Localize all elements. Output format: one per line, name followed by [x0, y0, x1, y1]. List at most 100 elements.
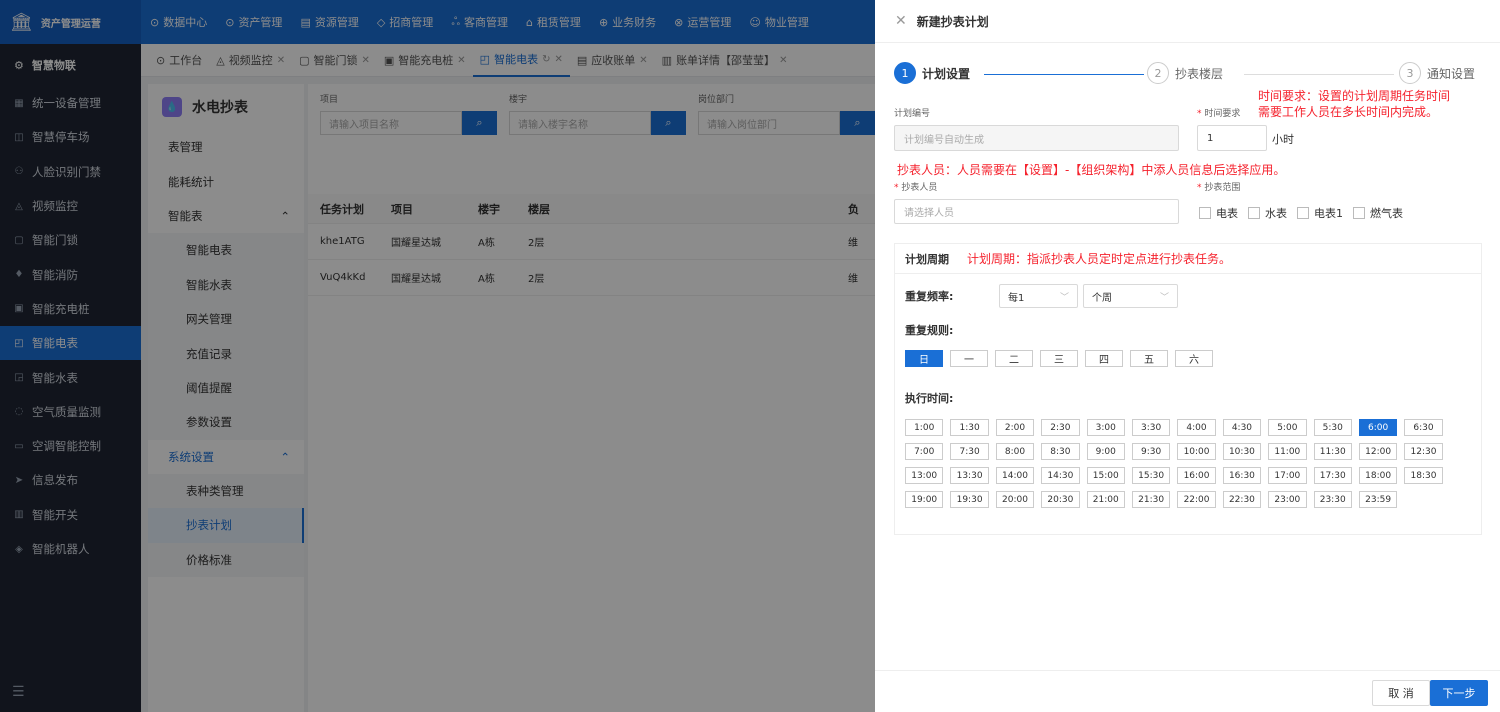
- time-button[interactable]: 3:30: [1131, 419, 1171, 436]
- checkbox-box[interactable]: [1297, 207, 1309, 219]
- cancel-button[interactable]: 取 消: [1372, 680, 1430, 706]
- time-button[interactable]: 5:30: [1313, 419, 1352, 436]
- drawer-header: ✕ 新建抄表计划: [875, 0, 1500, 43]
- chevron-down-icon: ﹀: [1059, 292, 1069, 303]
- time-button[interactable]: 21:30: [1131, 491, 1171, 508]
- time-button[interactable]: 22:00: [1177, 491, 1216, 508]
- time-button[interactable]: 3:00: [1086, 419, 1125, 436]
- time-button[interactable]: 2:30: [1041, 419, 1080, 436]
- time-button[interactable]: 6:30: [1404, 419, 1443, 436]
- time-button[interactable]: 4:30: [1222, 419, 1262, 436]
- time-note-line2: 需要工作人员在多长时间内完成。: [1258, 105, 1439, 119]
- checkbox-box[interactable]: [1353, 207, 1365, 219]
- time-button[interactable]: 13:30: [950, 467, 989, 484]
- time-button[interactable]: 13:00: [905, 467, 944, 484]
- day-button[interactable]: 三: [1040, 350, 1078, 367]
- time-button[interactable]: 18:00: [1358, 467, 1398, 484]
- close-icon[interactable]: ✕: [895, 13, 907, 29]
- time-button[interactable]: 23:59: [1358, 491, 1398, 508]
- freq-label: 重复频率:: [905, 290, 954, 303]
- drawer-title: 新建抄表计划: [916, 14, 989, 29]
- time-button[interactable]: 9:30: [1131, 443, 1171, 460]
- day-buttons: 日一二三四五六: [905, 350, 1213, 367]
- time-button[interactable]: 23:00: [1268, 491, 1307, 508]
- time-buttons: 1:00 1:30 2:00 2:30 3:00 3:30 4:00 4:30 5:00 5:30…: [905, 419, 1475, 508]
- time-req-label: * 时间要求: [1197, 109, 1241, 119]
- time-button[interactable]: 22:30: [1222, 491, 1262, 508]
- step-line: [1244, 74, 1394, 75]
- time-button[interactable]: 4:00: [1177, 419, 1216, 436]
- time-button[interactable]: 19:00: [905, 491, 944, 508]
- scope-checkbox[interactable]: 水表: [1248, 205, 1287, 221]
- freq-unit-select[interactable]: 个周 ﹀: [1083, 284, 1178, 308]
- day-button[interactable]: 六: [1175, 350, 1213, 367]
- time-button[interactable]: 16:00: [1177, 467, 1216, 484]
- time-button[interactable]: 7:00: [905, 443, 944, 460]
- scope-checkboxes: 电表 水表 电表1 燃气表: [1199, 205, 1403, 221]
- time-req-input[interactable]: 1: [1197, 125, 1267, 151]
- plan-no-label: 计划编号: [894, 109, 931, 119]
- modal-mask[interactable]: [0, 0, 875, 712]
- time-button[interactable]: 15:30: [1131, 467, 1171, 484]
- time-button[interactable]: 17:00: [1268, 467, 1307, 484]
- time-button[interactable]: 11:30: [1313, 443, 1352, 460]
- scope-label: * 抄表范围: [1197, 183, 1241, 193]
- step-2[interactable]: 2 抄表楼层: [1147, 62, 1223, 84]
- time-button[interactable]: 18:30: [1404, 467, 1443, 484]
- time-button[interactable]: 14:30: [1041, 467, 1080, 484]
- person-note: 抄表人员：人员需要在【设置】-【组织架构】中添人员信息后选择应用。: [897, 163, 1286, 177]
- day-button[interactable]: 五: [1130, 350, 1168, 367]
- time-button[interactable]: 10:00: [1177, 443, 1216, 460]
- step-3[interactable]: 3 通知设置: [1399, 62, 1475, 84]
- time-button[interactable]: 15:00: [1086, 467, 1125, 484]
- time-button[interactable]: 1:00: [905, 419, 944, 436]
- time-button[interactable]: 23:30: [1313, 491, 1352, 508]
- time-unit: 小时: [1272, 133, 1294, 146]
- time-button[interactable]: 10:30: [1222, 443, 1262, 460]
- cycle-card: 计划周期 计划周期：指派抄表人员定时定点进行抄表任务。 重复频率: 每1 ﹀ 个周 ﹀…: [894, 243, 1482, 535]
- drawer-footer: 取 消 下一步: [875, 670, 1500, 712]
- time-button[interactable]: 12:30: [1404, 443, 1443, 460]
- rule-label: 重复规则:: [905, 324, 954, 337]
- day-button[interactable]: 四: [1085, 350, 1123, 367]
- time-button[interactable]: 12:00: [1358, 443, 1398, 460]
- cycle-header: 计划周期 计划周期：指派抄表人员定时定点进行抄表任务。: [895, 244, 1481, 274]
- time-button[interactable]: 6:00: [1358, 419, 1398, 436]
- checkbox-label: 水表: [1265, 207, 1287, 220]
- step-line: [984, 74, 1144, 75]
- day-button[interactable]: 一: [950, 350, 988, 367]
- time-button[interactable]: 14:00: [995, 467, 1035, 484]
- time-button[interactable]: 19:30: [950, 491, 989, 508]
- time-button[interactable]: 21:00: [1086, 491, 1125, 508]
- time-button[interactable]: 8:00: [995, 443, 1035, 460]
- time-note-line1: 时间要求：设置的计划周期任务时间: [1258, 89, 1451, 103]
- time-button[interactable]: 11:00: [1268, 443, 1307, 460]
- time-button[interactable]: 2:00: [995, 419, 1035, 436]
- time-button[interactable]: 17:30: [1313, 467, 1352, 484]
- time-button[interactable]: 20:00: [995, 491, 1035, 508]
- person-select[interactable]: 请选择人员: [894, 199, 1179, 224]
- new-plan-drawer: ✕ 新建抄表计划 1 计划设置 2 抄表楼层 3 通知设置 计划编号 计划编号自动生成…: [875, 0, 1500, 712]
- next-button[interactable]: 下一步: [1430, 680, 1488, 706]
- day-button[interactable]: 日: [905, 350, 943, 367]
- time-button[interactable]: 7:30: [950, 443, 989, 460]
- scope-checkbox[interactable]: 电表1: [1297, 205, 1343, 221]
- checkbox-label: 电表1: [1314, 207, 1343, 220]
- step-1[interactable]: 1 计划设置: [894, 62, 970, 84]
- scope-checkbox[interactable]: 燃气表: [1353, 205, 1403, 221]
- person-label: * 抄表人员: [894, 183, 938, 193]
- time-button[interactable]: 5:00: [1268, 419, 1307, 436]
- time-button[interactable]: 1:30: [950, 419, 989, 436]
- freq-select[interactable]: 每1 ﹀: [999, 284, 1078, 308]
- plan-no-input[interactable]: 计划编号自动生成: [894, 125, 1179, 151]
- time-button[interactable]: 16:30: [1222, 467, 1262, 484]
- checkbox-box[interactable]: [1248, 207, 1260, 219]
- scope-checkbox[interactable]: 电表: [1199, 205, 1238, 221]
- time-button[interactable]: 9:00: [1086, 443, 1125, 460]
- cycle-note: 计划周期：指派抄表人员定时定点进行抄表任务。: [967, 252, 1232, 266]
- checkbox-box[interactable]: [1199, 207, 1211, 219]
- time-button[interactable]: 8:30: [1041, 443, 1080, 460]
- time-button[interactable]: 20:30: [1041, 491, 1080, 508]
- checkbox-label: 燃气表: [1370, 207, 1403, 220]
- day-button[interactable]: 二: [995, 350, 1033, 367]
